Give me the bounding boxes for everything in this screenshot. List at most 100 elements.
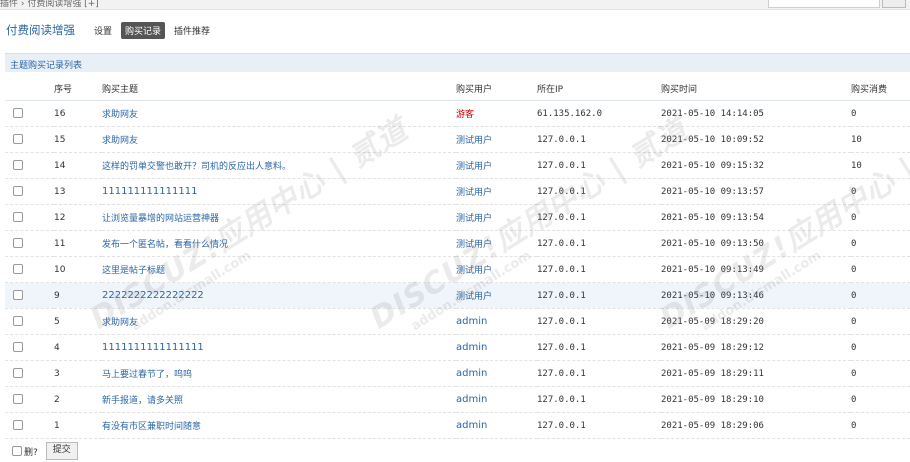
row-subject[interactable]: 111111111111111 <box>102 186 197 197</box>
col-ip: 所在IP <box>537 76 661 101</box>
row-time: 2021-05-10 14:14:05 <box>661 108 764 119</box>
row-checkbox-cell <box>5 178 54 205</box>
row-ip: 127.0.0.1 <box>537 342 586 353</box>
row-user[interactable]: 测试用户 <box>456 136 492 146</box>
row-cost: 0 <box>851 394 857 405</box>
table-row: 4 1111111111111111 admin 127.0.0.1 2021-05-0… <box>5 334 910 361</box>
row-subject[interactable]: 2222222222222222 <box>102 290 204 301</box>
row-subject[interactable]: 发布一个匿名帖，看看什么情况 <box>102 240 228 250</box>
table-header-row: 序号 购买主题 购买用户 所在IP 购买时间 购买消费 <box>5 76 910 101</box>
row-subject[interactable]: 这样的罚单交警也敢开？司机的反应出人意料。 <box>102 162 291 172</box>
row-ip: 127.0.0.1 <box>537 186 586 197</box>
row-checkbox[interactable] <box>13 342 23 353</box>
delete-checkbox[interactable] <box>12 446 22 456</box>
row-ip: 127.0.0.1 <box>537 238 586 249</box>
row-time: 2021-05-10 09:13:54 <box>661 212 764 223</box>
table-row: 9 2222222222222222 测试用户 127.0.0.1 2021-05-10… <box>5 282 910 309</box>
row-subject[interactable]: 有没有市区兼职时间随意 <box>102 422 201 432</box>
table-row: 12 让浏览量暴增的网站运营神器 测试用户 127.0.0.1 2021-05-10 0… <box>5 204 910 231</box>
row-time: 2021-05-09 18:29:11 <box>661 368 764 379</box>
row-cost: 0 <box>851 186 857 197</box>
col-subject: 购买主题 <box>102 76 456 101</box>
row-user[interactable]: 测试用户 <box>456 266 492 276</box>
row-seq: 15 <box>54 134 66 145</box>
table-row: 10 这里是帖子标题 测试用户 127.0.0.1 2021-05-10 09:13:4… <box>5 256 910 283</box>
row-cost: 0 <box>851 342 857 353</box>
row-subject[interactable]: 1111111111111111 <box>102 342 204 353</box>
row-user[interactable]: admin <box>456 420 487 431</box>
row-subject[interactable]: 求助网友 <box>102 110 138 120</box>
row-checkbox[interactable] <box>13 108 23 119</box>
row-checkbox[interactable] <box>13 160 23 171</box>
row-seq: 14 <box>54 160 66 171</box>
row-ip: 127.0.0.1 <box>537 420 586 431</box>
row-user[interactable]: admin <box>456 342 487 353</box>
row-subject[interactable]: 这里是帖子标题 <box>102 266 165 276</box>
table-row: 14 这样的罚单交警也敢开？司机的反应出人意料。 测试用户 127.0.0.1 2021… <box>5 152 910 179</box>
row-checkbox-cell <box>5 360 54 387</box>
row-seq: 1 <box>54 420 60 431</box>
row-time: 2021-05-09 18:29:12 <box>661 342 764 353</box>
section-header: 主题购买记录列表 <box>5 53 910 72</box>
row-time: 2021-05-09 18:29:10 <box>661 394 764 405</box>
search-button[interactable] <box>882 0 906 8</box>
row-user[interactable]: 测试用户 <box>456 214 492 224</box>
row-user[interactable]: admin <box>456 368 487 379</box>
row-cost: 0 <box>851 264 857 275</box>
row-ip: 127.0.0.1 <box>537 394 586 405</box>
plugin-header: 付费阅读增强 设置 购买记录 插件推荐 <box>6 21 219 39</box>
col-user: 购买用户 <box>456 76 537 101</box>
row-checkbox[interactable] <box>13 316 23 327</box>
row-user[interactable]: admin <box>456 394 487 405</box>
row-checkbox[interactable] <box>13 264 23 275</box>
row-checkbox[interactable] <box>13 238 23 249</box>
col-time: 购买时间 <box>661 76 851 101</box>
row-ip: 127.0.0.1 <box>537 212 586 223</box>
row-checkbox[interactable] <box>13 290 23 301</box>
row-checkbox-cell <box>5 256 54 283</box>
row-time: 2021-05-10 09:13:46 <box>661 290 764 301</box>
row-checkbox[interactable] <box>13 394 23 405</box>
tab-settings[interactable]: 设置 <box>91 23 115 38</box>
row-ip: 127.0.0.1 <box>537 160 586 171</box>
row-seq: 3 <box>54 368 60 379</box>
submit-button[interactable]: 提交 <box>45 442 78 460</box>
breadcrumb: 插件 › 付费阅读增强 [+] <box>0 0 99 9</box>
row-subject[interactable]: 求助网友 <box>102 136 138 146</box>
row-checkbox[interactable] <box>13 368 23 379</box>
row-user[interactable]: 测试用户 <box>456 188 492 198</box>
row-user[interactable]: 测试用户 <box>456 292 492 302</box>
row-user[interactable]: 测试用户 <box>456 162 492 172</box>
top-bar: 插件 › 付费阅读增强 [+] <box>0 0 910 10</box>
row-checkbox-cell <box>5 100 54 127</box>
row-subject[interactable]: 马上要过春节了，呜呜 <box>102 370 192 380</box>
search-input[interactable] <box>768 0 880 8</box>
row-time: 2021-05-10 09:13:49 <box>661 264 764 275</box>
row-seq: 2 <box>54 394 60 405</box>
table-row: 11 发布一个匿名帖，看看什么情况 测试用户 127.0.0.1 2021-05-10 … <box>5 230 910 257</box>
row-checkbox[interactable] <box>13 212 23 223</box>
row-cost: 0 <box>851 290 857 301</box>
row-seq: 9 <box>54 290 60 301</box>
row-subject[interactable]: 让浏览量暴增的网站运营神器 <box>102 214 219 224</box>
row-seq: 11 <box>54 238 66 249</box>
row-subject[interactable]: 求助网友 <box>102 318 138 328</box>
row-seq: 16 <box>54 108 66 119</box>
table-row: 5 求助网友 admin 127.0.0.1 2021-05-09 18:29:20 0 <box>5 308 910 335</box>
plugin-title: 付费阅读增强 <box>6 23 75 37</box>
table-row: 2 新手报道，请多关照 admin 127.0.0.1 2021-05-09 18:29… <box>5 386 910 413</box>
row-checkbox[interactable] <box>13 134 23 145</box>
row-time: 2021-05-09 18:29:06 <box>661 420 764 431</box>
row-checkbox-cell <box>5 230 54 257</box>
row-subject[interactable]: 新手报道，请多关照 <box>102 396 183 406</box>
row-user[interactable]: admin <box>456 316 487 327</box>
tab-purchase-records[interactable]: 购买记录 <box>121 21 166 39</box>
row-checkbox-cell <box>5 204 54 231</box>
row-user[interactable]: 测试用户 <box>456 240 492 250</box>
row-user[interactable]: 游客 <box>456 110 474 120</box>
row-checkbox[interactable] <box>13 420 23 431</box>
tab-plugin-recommend[interactable]: 插件推荐 <box>171 23 213 38</box>
row-seq: 5 <box>54 316 60 327</box>
table-footer: 删? 提交 <box>12 442 78 460</box>
row-checkbox[interactable] <box>13 186 23 197</box>
